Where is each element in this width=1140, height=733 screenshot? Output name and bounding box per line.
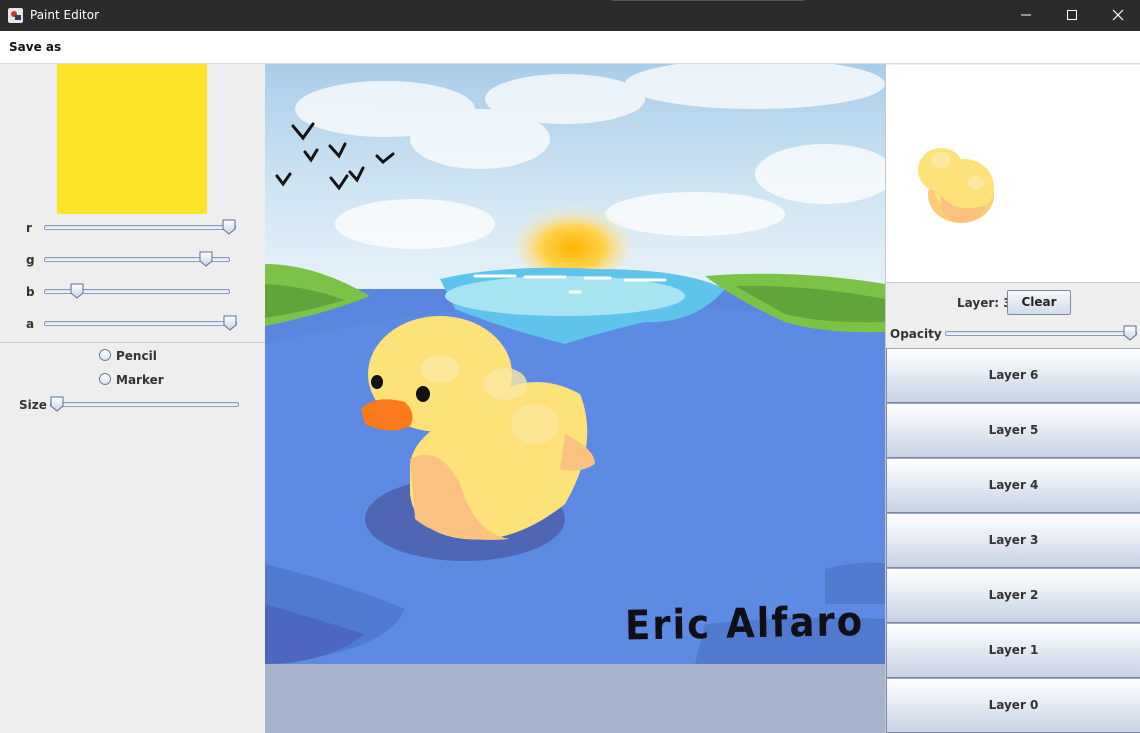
- menu-bar: Save as: [0, 31, 1140, 64]
- slider-label-a: a: [26, 317, 35, 331]
- slider-thumb[interactable]: [50, 396, 64, 412]
- radio-button-icon[interactable]: [99, 349, 111, 361]
- slider-label-r: r: [26, 221, 32, 235]
- title-bar: Paint Editor: [0, 0, 1140, 31]
- slider-label-g: g: [26, 253, 35, 267]
- clear-button[interactable]: Clear: [1007, 290, 1071, 315]
- layer-button[interactable]: Layer 6: [886, 348, 1140, 403]
- radio-button-icon[interactable]: [99, 373, 111, 385]
- title-accent: [612, 0, 804, 1]
- color-preview-swatch: [57, 64, 207, 214]
- current-layer-label: Layer: 3: [957, 296, 1012, 310]
- menu-save-as[interactable]: Save as: [9, 40, 61, 54]
- slider-thumb[interactable]: [1123, 325, 1137, 341]
- maximize-icon: [1067, 10, 1077, 20]
- artist-signature: Eric Alfaro: [624, 597, 865, 650]
- slider-thumb[interactable]: [223, 315, 237, 331]
- layer-preview: [886, 65, 1140, 283]
- minimize-button[interactable]: [1003, 0, 1049, 31]
- tool-option-label: Marker: [116, 373, 164, 387]
- window-title: Paint Editor: [30, 8, 100, 22]
- close-button[interactable]: [1095, 0, 1140, 31]
- layer-button[interactable]: Layer 3: [886, 513, 1140, 568]
- opacity-slider[interactable]: [945, 331, 1137, 336]
- color-tool-panel: r g b a Pencil Marker Size: [0, 64, 265, 733]
- slider-thumb[interactable]: [222, 219, 236, 235]
- canvas-area: Eric Alfaro: [265, 64, 885, 733]
- slider-r[interactable]: [44, 225, 236, 230]
- maximize-button[interactable]: [1049, 0, 1095, 31]
- minimize-icon: [1021, 14, 1031, 16]
- layer-button[interactable]: Layer 2: [886, 568, 1140, 623]
- tool-option-label: Pencil: [116, 349, 157, 363]
- drawing-canvas[interactable]: [265, 64, 885, 664]
- slider-thumb[interactable]: [199, 251, 213, 267]
- layer-list: Layer 6 Layer 5 Layer 4 Layer 3 Layer 2 …: [886, 348, 1140, 733]
- close-icon: [1112, 9, 1124, 21]
- layer-button[interactable]: Layer 0: [886, 678, 1140, 733]
- app-icon: [8, 8, 23, 23]
- layer-preview-image: [918, 148, 994, 223]
- size-label: Size: [19, 398, 47, 412]
- slider-label-b: b: [26, 285, 35, 299]
- layer-button[interactable]: Layer 4: [886, 458, 1140, 513]
- layers-panel: Layer: 3 Clear Opacity Layer 6 Layer 5 L…: [885, 64, 1140, 733]
- slider-a[interactable]: [44, 321, 237, 326]
- slider-thumb[interactable]: [70, 283, 84, 299]
- layer-button[interactable]: Layer 5: [886, 403, 1140, 458]
- panel-divider: [0, 342, 265, 343]
- opacity-label: Opacity: [890, 327, 942, 341]
- layer-button[interactable]: Layer 1: [886, 623, 1140, 678]
- size-slider[interactable]: [50, 402, 239, 407]
